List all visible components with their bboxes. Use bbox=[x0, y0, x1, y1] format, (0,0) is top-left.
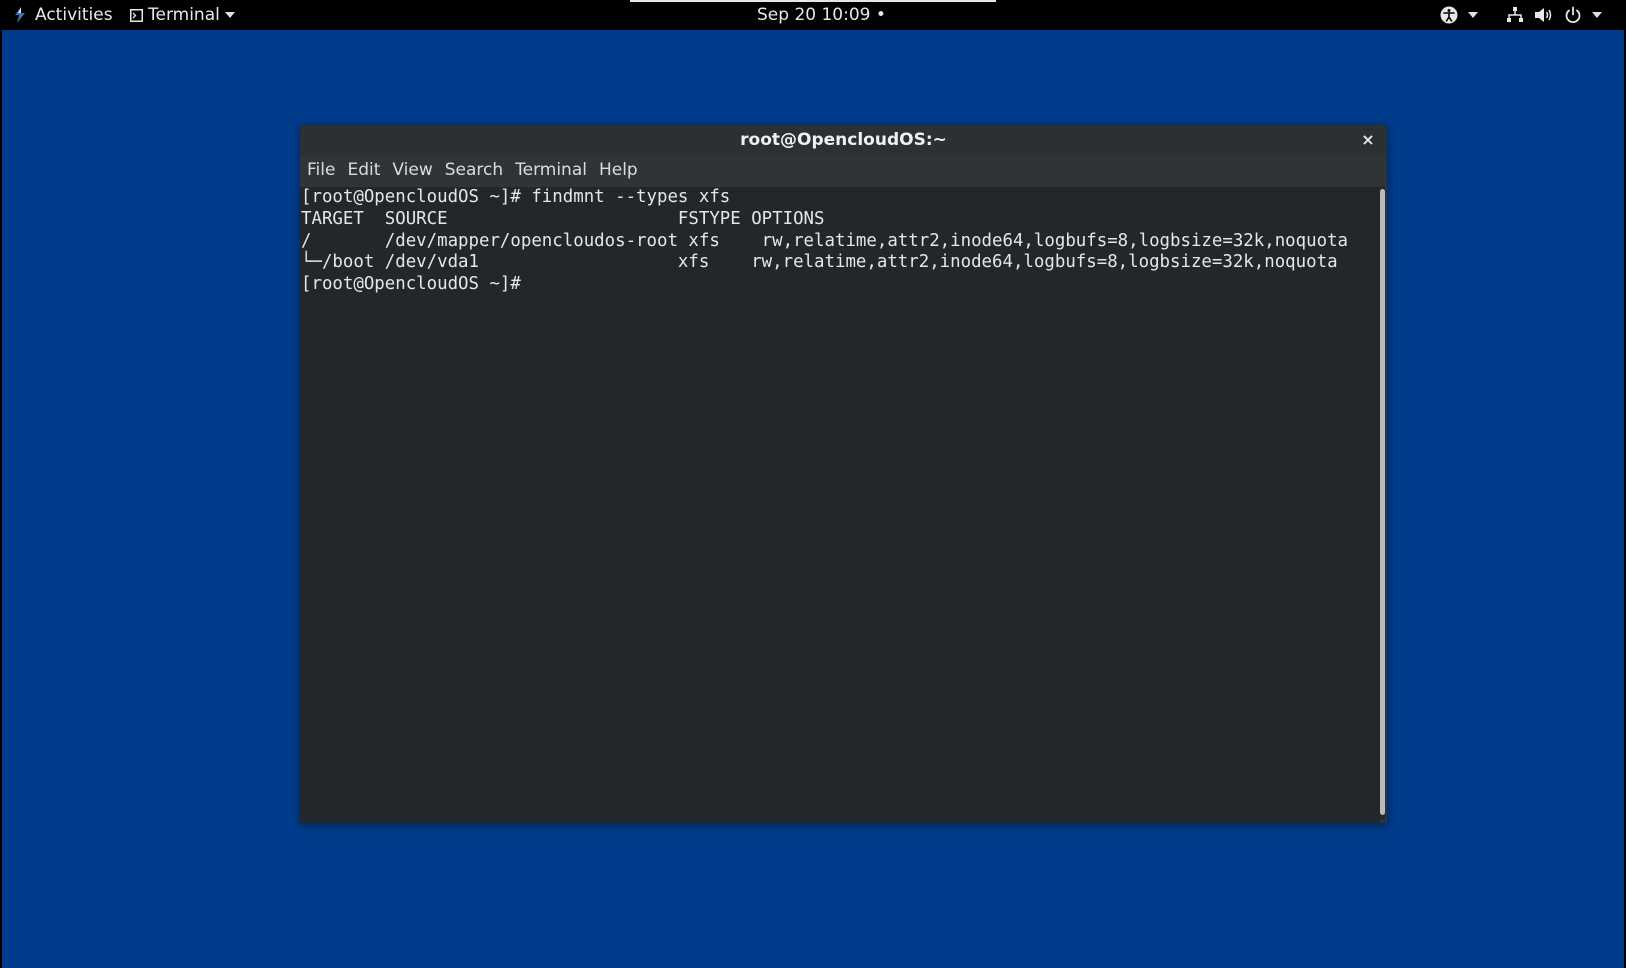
terminal-window[interactable]: root@OpencloudOS:~ × File Edit View Sear… bbox=[300, 125, 1387, 823]
menu-view[interactable]: View bbox=[386, 155, 438, 185]
network-icon[interactable] bbox=[1506, 6, 1524, 24]
terminal-line-header: TARGET SOURCE FSTYPE OPTIONS bbox=[301, 208, 825, 229]
terminal-line-root: / /dev/mapper/opencloudos-root xfs rw,re… bbox=[301, 230, 1349, 251]
close-button[interactable]: × bbox=[1357, 125, 1379, 155]
chevron-down-icon[interactable] bbox=[1592, 12, 1602, 18]
screen: Activities Terminal Sep 20 10:09 • root@… bbox=[0, 0, 1626, 968]
fedora-logo-icon bbox=[12, 6, 28, 24]
menu-terminal[interactable]: Terminal bbox=[509, 155, 593, 185]
menu-search[interactable]: Search bbox=[439, 155, 509, 185]
app-menu-button[interactable]: Terminal bbox=[130, 0, 235, 30]
window-title: root@OpencloudOS:~ bbox=[740, 130, 947, 150]
accessibility-icon[interactable] bbox=[1440, 6, 1458, 24]
terminal-output[interactable]: [root@OpencloudOS ~]# findmnt --types xf… bbox=[300, 187, 1380, 823]
menu-help[interactable]: Help bbox=[593, 155, 644, 185]
clock-button[interactable]: Sep 20 10:09 • bbox=[757, 0, 886, 30]
chevron-down-icon bbox=[224, 12, 235, 18]
power-icon[interactable] bbox=[1564, 6, 1582, 24]
terminal-icon bbox=[130, 8, 143, 22]
window-titlebar[interactable]: root@OpencloudOS:~ × bbox=[300, 125, 1387, 155]
menu-bar: File Edit View Search Terminal Help bbox=[300, 155, 1387, 185]
chevron-down-icon[interactable] bbox=[1468, 12, 1478, 18]
top-bar: Activities Terminal Sep 20 10:09 • bbox=[0, 0, 1626, 30]
activities-button[interactable]: Activities bbox=[12, 0, 113, 30]
terminal-line-boot: └─/boot /dev/vda1 xfs rw,relatime,attr2,… bbox=[301, 252, 1338, 273]
scrollbar[interactable] bbox=[1380, 187, 1385, 819]
scrollbar-thumb[interactable] bbox=[1380, 189, 1385, 815]
app-menu-label: Terminal bbox=[148, 5, 220, 25]
terminal-line-prompt: [root@OpencloudOS ~]# bbox=[301, 274, 532, 295]
volume-icon[interactable] bbox=[1534, 6, 1554, 24]
menu-edit[interactable]: Edit bbox=[341, 155, 386, 185]
terminal-line-command: [root@OpencloudOS ~]# findmnt --types xf… bbox=[301, 187, 731, 207]
activities-label: Activities bbox=[35, 5, 113, 25]
system-tray[interactable] bbox=[1440, 0, 1602, 30]
menu-file[interactable]: File bbox=[301, 155, 341, 185]
